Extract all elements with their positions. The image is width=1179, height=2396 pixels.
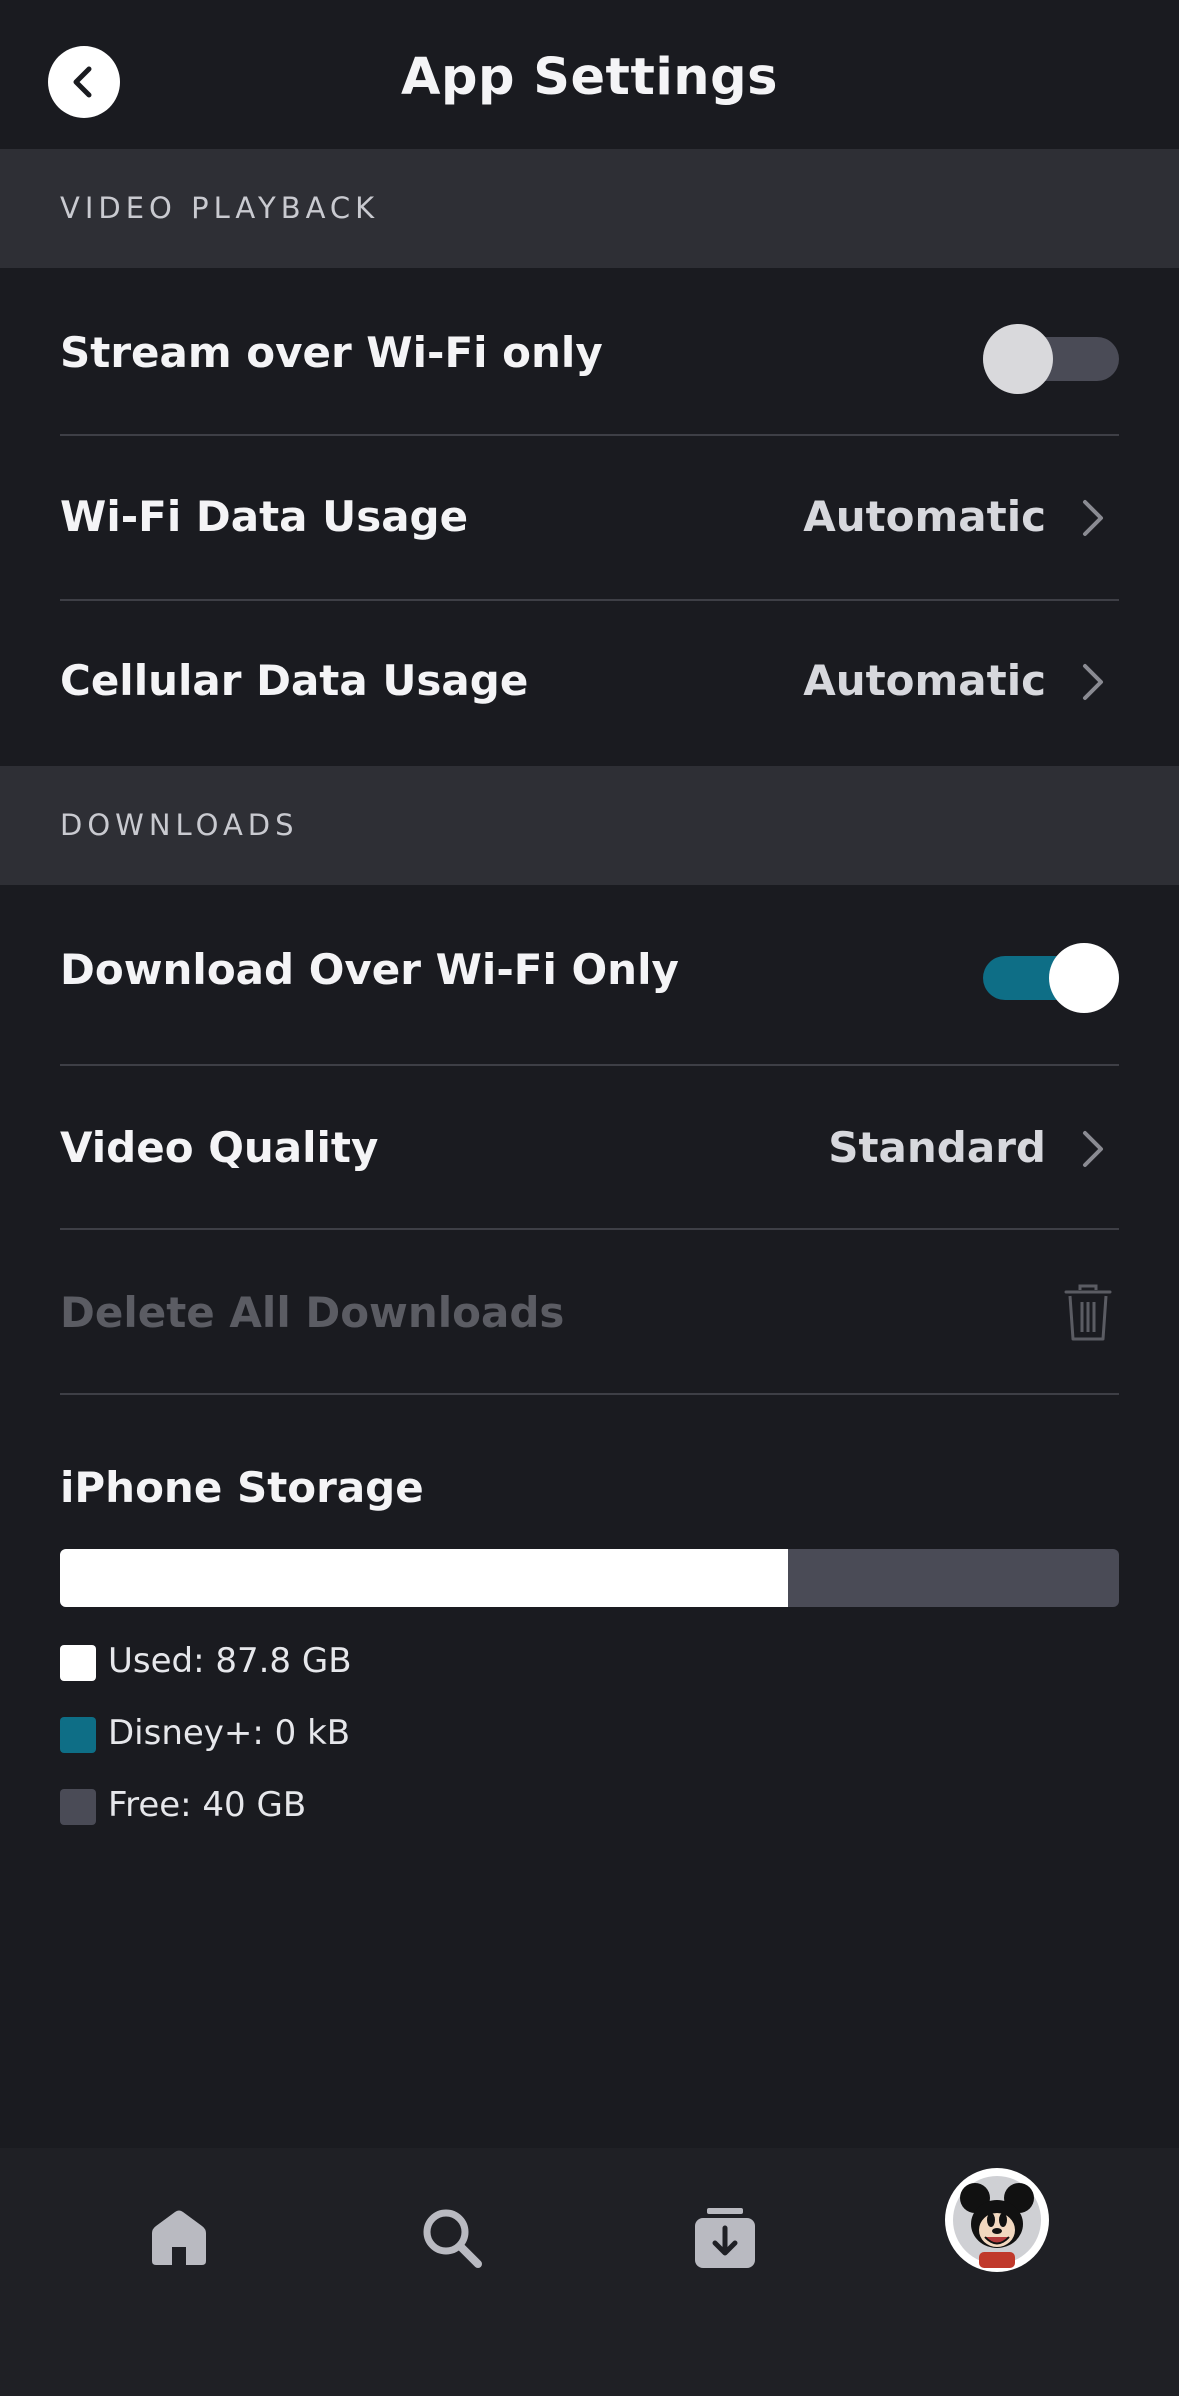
- legend-swatch: [60, 1645, 96, 1681]
- delete-all-downloads-label: Delete All Downloads: [60, 1288, 565, 1337]
- home-icon: [152, 2210, 206, 2265]
- storage-bar: [60, 1549, 1119, 1607]
- legend-swatch: [60, 1789, 96, 1825]
- section-title: VIDEO PLAYBACK: [60, 191, 380, 225]
- toggle-knob: [1049, 943, 1119, 1013]
- cellular-data-usage-label: Cellular Data Usage: [60, 656, 529, 705]
- cellular-data-usage-row[interactable]: Cellular Data Usage Automatic: [60, 601, 1119, 765]
- search-icon: [423, 2209, 482, 2268]
- nav-home[interactable]: [129, 2188, 229, 2288]
- storage-used-fill: [60, 1549, 788, 1607]
- video-quality-row[interactable]: Video Quality Standard: [60, 1066, 1119, 1228]
- section-header-video-playback: VIDEO PLAYBACK: [0, 149, 1179, 268]
- profile-avatar[interactable]: [945, 2168, 1049, 2272]
- divider: [60, 1393, 1119, 1395]
- legend-swatch: [60, 1717, 96, 1753]
- legend-label: Disney+: 0 kB: [108, 1713, 351, 1753]
- legend-label: Used: 87.8 GB: [108, 1641, 352, 1681]
- wifi-data-usage-row[interactable]: Wi-Fi Data Usage Automatic: [60, 436, 1119, 600]
- header: App Settings: [0, 0, 1179, 149]
- video-quality-value: Standard: [828, 1123, 1046, 1172]
- wifi-data-usage-label: Wi-Fi Data Usage: [60, 492, 469, 541]
- storage-title: iPhone Storage: [60, 1463, 424, 1512]
- trash-icon[interactable]: [1063, 1284, 1113, 1342]
- section-header-downloads: DOWNLOADS: [0, 766, 1179, 885]
- stream-wifi-only-toggle[interactable]: [983, 316, 1119, 394]
- mickey-avatar-icon: [947, 2170, 1047, 2270]
- nav-search[interactable]: [402, 2188, 502, 2288]
- bottom-nav: [0, 2148, 1179, 2396]
- chevron-right-icon: [1083, 664, 1103, 700]
- toggle-knob: [983, 324, 1053, 394]
- section-title: DOWNLOADS: [60, 808, 299, 842]
- download-wifi-only-toggle[interactable]: [983, 935, 1119, 1013]
- download-wifi-only-label: Download Over Wi-Fi Only: [60, 945, 679, 994]
- stream-wifi-only-label: Stream over Wi-Fi only: [60, 328, 603, 377]
- video-quality-label: Video Quality: [60, 1123, 379, 1172]
- download-wifi-only-row[interactable]: Download Over Wi-Fi Only: [60, 885, 1119, 1065]
- chevron-right-icon: [1083, 1131, 1103, 1167]
- wifi-data-usage-value: Automatic: [803, 492, 1046, 541]
- stream-wifi-only-row[interactable]: Stream over Wi-Fi only: [60, 268, 1119, 434]
- nav-downloads[interactable]: [675, 2188, 775, 2288]
- legend-label: Free: 40 GB: [108, 1785, 307, 1825]
- delete-all-downloads-row[interactable]: Delete All Downloads: [60, 1230, 1119, 1392]
- chevron-right-icon: [1083, 500, 1103, 536]
- downloads-icon: [695, 2208, 755, 2268]
- page-title: App Settings: [401, 48, 778, 107]
- cellular-data-usage-value: Automatic: [803, 656, 1046, 705]
